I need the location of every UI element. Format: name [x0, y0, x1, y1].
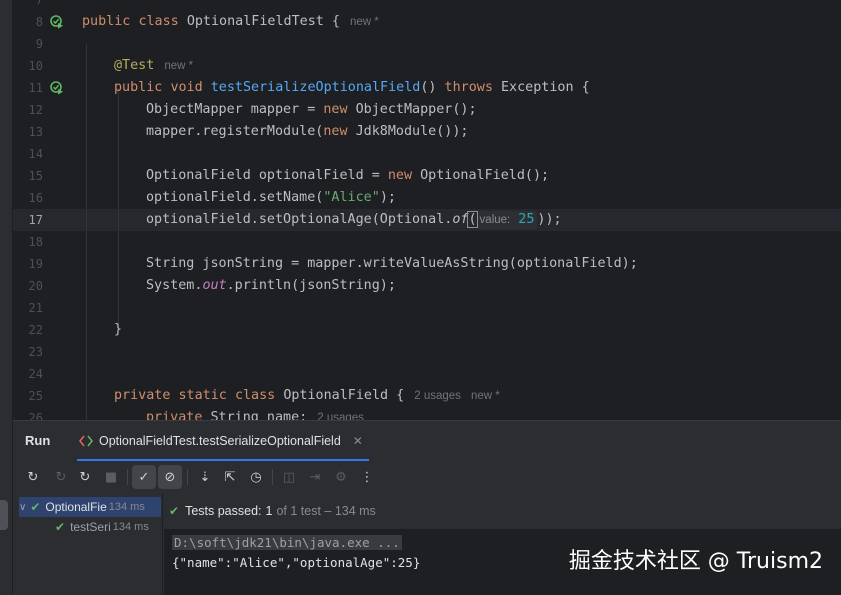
run-tab-label: OptionalFieldTest.testSerializeOptionalF… — [99, 434, 341, 448]
code-line-22[interactable]: } — [114, 319, 122, 341]
code-line-10[interactable]: @Test new * — [114, 55, 193, 77]
chevron-down-icon[interactable]: ∨ — [19, 502, 26, 513]
passed-icon: ✔ — [30, 500, 41, 514]
console-output[interactable]: D:\soft\jdk21\bin\java.exe ... {"name":"… — [164, 529, 841, 595]
line-number[interactable]: 15 — [13, 165, 43, 187]
status-count: 1 — [265, 504, 273, 518]
line-number[interactable]: 25 — [13, 385, 43, 407]
line-number[interactable]: 26 — [13, 407, 43, 420]
tree-item-class[interactable]: ∨ ✔ OptionalFie 134 ms — [19, 497, 161, 517]
code-line-20[interactable]: System.out.println(jsonString); — [146, 275, 396, 297]
run-test-icon[interactable] — [50, 81, 64, 95]
code-line-25[interactable]: private static class OptionalField {2 us… — [114, 385, 500, 407]
watermark: 掘金技术社区 @ Truism2 — [568, 549, 823, 574]
line-number[interactable]: 14 — [13, 143, 43, 165]
line-number[interactable]: 13 — [13, 121, 43, 143]
code-line-15[interactable]: OptionalField optionalField = new Option… — [146, 165, 549, 187]
line-number[interactable]: 11 — [13, 77, 43, 99]
indent-guide — [86, 44, 87, 420]
line-number[interactable]: 23 — [13, 341, 43, 363]
show-passed-icon[interactable]: ✓ — [132, 465, 156, 489]
test-config-icon — [79, 435, 93, 447]
code-line-17[interactable]: optionalField.setOptionalAge(Optional.of… — [146, 209, 562, 231]
code-line-8[interactable]: public class OptionalFieldTest {new * — [82, 11, 379, 33]
tree-item-label: testSeri — [70, 520, 111, 534]
collapse-all-icon[interactable]: ⇱ — [218, 465, 242, 489]
line-number[interactable]: 22 — [13, 319, 43, 341]
close-icon[interactable]: ✕ — [353, 434, 363, 448]
code-line-13[interactable]: mapper.registerModule(new Jdk8Module()); — [146, 121, 469, 143]
tree-item-method[interactable]: ✔ testSeri 134 ms — [19, 517, 161, 537]
run-tool-window: Run OptionalFieldTest.testSerializeOptio… — [13, 420, 841, 595]
code-line-16[interactable]: optionalField.setName("Alice"); — [146, 187, 396, 209]
more-icon[interactable]: ⋮ — [355, 465, 379, 489]
tree-item-time: 134 ms — [108, 501, 145, 513]
history-icon[interactable]: ◷ — [244, 465, 268, 489]
console-line-command[interactable]: D:\soft\jdk21\bin\java.exe ... — [172, 533, 402, 553]
run-toolbar: ↻ ↻ ↻ ■ ✓ ⊘ ⇣ ⇱ ◷ ◫ ⇥ ⚙ ⋮ — [13, 465, 841, 493]
line-number[interactable]: 7 — [13, 0, 43, 11]
stop-icon[interactable]: ■ — [99, 465, 123, 489]
line-number[interactable]: 19 — [13, 253, 43, 275]
line-number[interactable]: 20 — [13, 275, 43, 297]
line-number[interactable]: 12 — [13, 99, 43, 121]
toolbar-separator — [127, 469, 128, 485]
screenshot-icon[interactable]: ◫ — [277, 465, 301, 489]
line-number[interactable]: 9 — [13, 33, 43, 55]
code-line-19[interactable]: String jsonString = mapper.writeValueAsS… — [146, 253, 638, 275]
tree-item-time: 134 ms — [112, 521, 149, 533]
tree-item-label: OptionalFie — [45, 500, 107, 514]
line-number[interactable]: 17 — [13, 209, 43, 231]
matched-paren: ( — [467, 211, 478, 228]
status-detail: of 1 test – 134 ms — [276, 504, 376, 518]
run-title: Run — [25, 433, 51, 448]
export-icon[interactable]: ⇥ — [303, 465, 327, 489]
passed-icon: ✔ — [55, 520, 66, 534]
status-text: Tests passed: — [185, 504, 262, 518]
run-header: Run OptionalFieldTest.testSerializeOptio… — [13, 421, 841, 461]
line-number[interactable]: 21 — [13, 297, 43, 319]
usage-hint[interactable]: new * — [350, 16, 379, 28]
passed-icon: ✔ — [169, 504, 180, 518]
sort-icon[interactable]: ⇣ — [193, 465, 217, 489]
code-line-11[interactable]: public void testSerializeOptionalField()… — [114, 77, 590, 99]
usage-hint[interactable]: 2 usages — [414, 390, 461, 402]
toggle-auto-test-icon[interactable]: ↻ — [73, 465, 97, 489]
rerun-icon[interactable]: ↻ — [21, 465, 45, 489]
line-number[interactable]: 8 — [13, 11, 43, 33]
code-line-26[interactable]: private String name; 2 usages — [146, 407, 364, 420]
line-number[interactable]: 16 — [13, 187, 43, 209]
toolbar-separator — [187, 469, 188, 485]
test-status: ✔ Tests passed: 1 of 1 test – 134 ms — [163, 493, 841, 529]
run-test-icon[interactable] — [50, 15, 64, 29]
settings-icon[interactable]: ⚙ — [329, 465, 353, 489]
toolbar-separator — [272, 469, 273, 485]
run-config-tab[interactable]: OptionalFieldTest.testSerializeOptionalF… — [73, 421, 373, 461]
line-number[interactable]: 10 — [13, 55, 43, 77]
line-number[interactable]: 24 — [13, 363, 43, 385]
line-number[interactable]: 18 — [13, 231, 43, 253]
code-editor[interactable]: 7 8 9 10 11 12 13 14 15 16 17 18 19 20 21 22 23 24 25 26 pu… — [0, 0, 841, 420]
usage-hint[interactable]: 2 usages — [317, 412, 364, 420]
console-line-output: {"name":"Alice","optionalAge":25} — [172, 555, 421, 570]
test-tree[interactable]: ∨ ✔ OptionalFie 134 ms ✔ testSeri 134 ms — [13, 493, 163, 595]
usage-hint[interactable]: new * — [471, 390, 500, 402]
code-line-12[interactable]: ObjectMapper mapper = new ObjectMapper()… — [146, 99, 477, 121]
rerun-failed-icon[interactable]: ↻ — [49, 465, 73, 489]
show-ignored-icon[interactable]: ⊘ — [158, 465, 182, 489]
parameter-hint: value: 25 — [476, 211, 538, 229]
indent-guide — [118, 88, 119, 330]
usage-hint[interactable]: new * — [164, 60, 193, 72]
tool-window-marker[interactable] — [0, 500, 8, 530]
active-tab-indicator — [77, 459, 369, 461]
